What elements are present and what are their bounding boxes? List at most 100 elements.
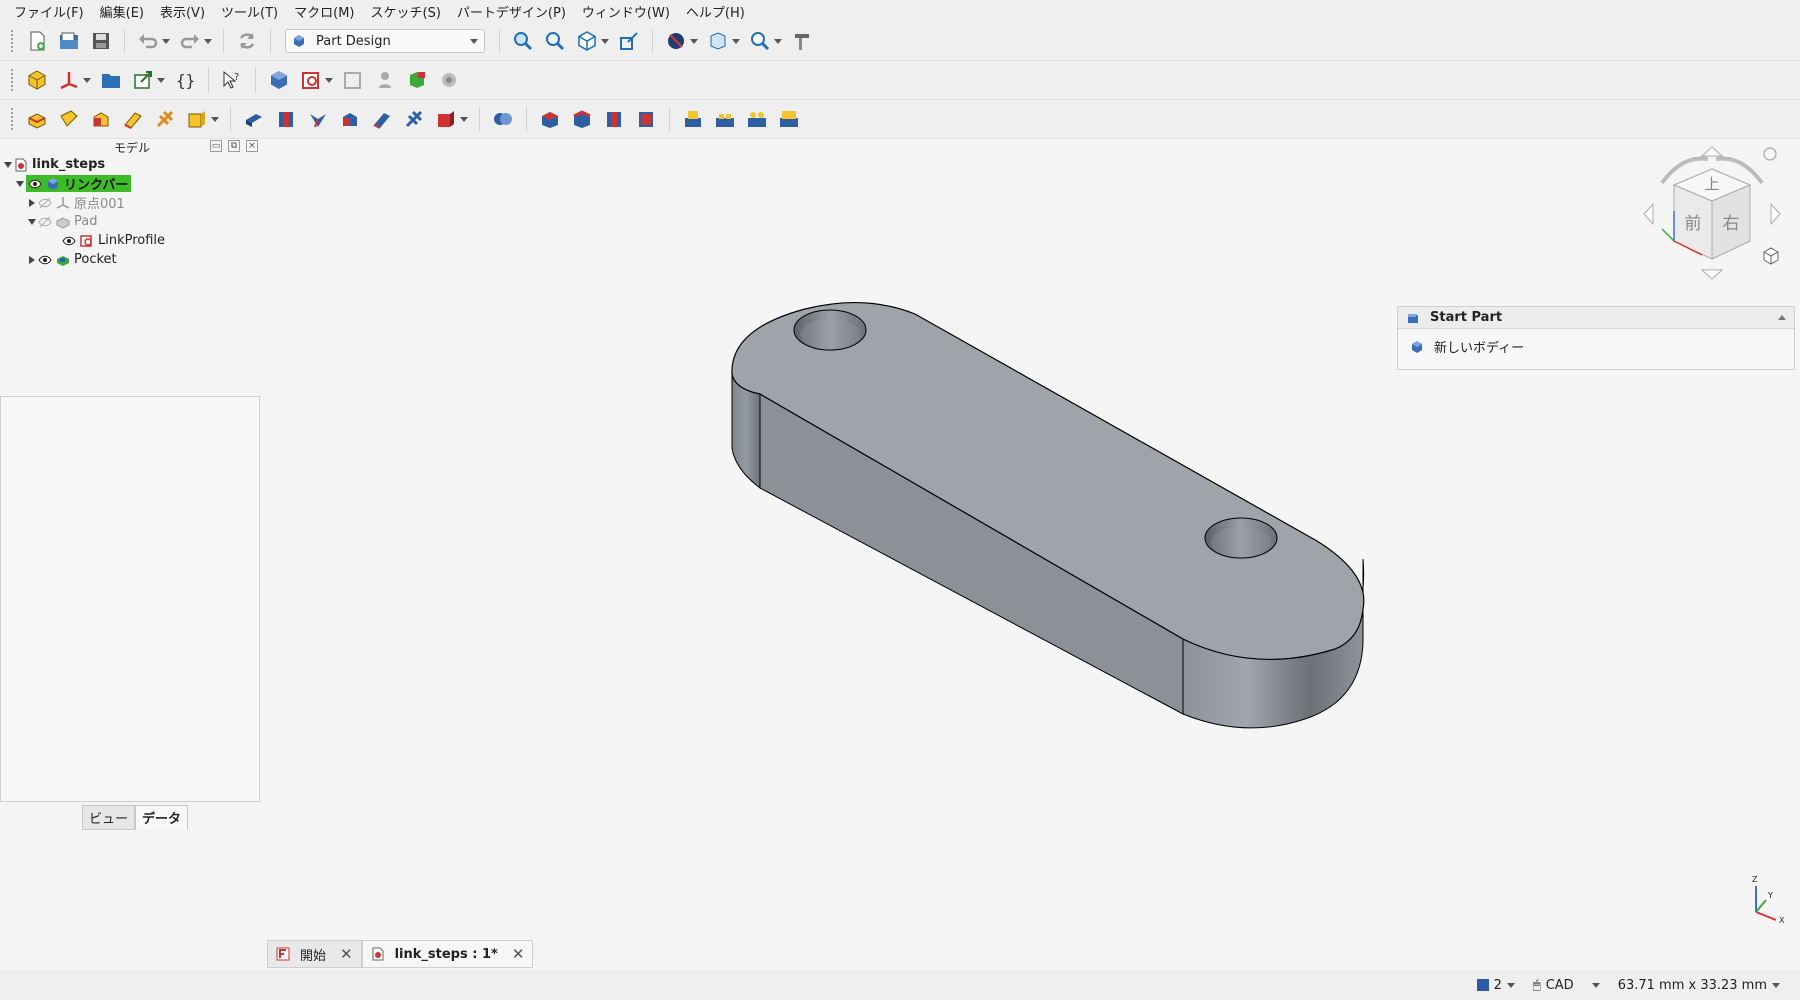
menu-sketch[interactable]: スケッチ(S) — [363, 2, 449, 21]
variable-set-button[interactable]: {} — [170, 65, 200, 95]
close-icon[interactable]: × — [246, 140, 258, 152]
close-icon[interactable]: ✕ — [512, 945, 525, 963]
link-bar-model[interactable] — [265, 139, 1800, 940]
toolbar-grip[interactable] — [10, 29, 14, 53]
fillet-button[interactable] — [535, 104, 565, 134]
toolbar-grip[interactable] — [10, 107, 14, 131]
redo-button[interactable] — [175, 26, 215, 56]
eye-icon[interactable] — [62, 234, 76, 248]
fit-all-button[interactable] — [508, 26, 538, 56]
new-body-action[interactable]: 新しいボディー — [1398, 329, 1794, 364]
expand-toggle[interactable] — [26, 197, 38, 209]
navigation-style-selector[interactable]: 🖱 CAD — [1533, 978, 1574, 993]
undo-button[interactable] — [133, 26, 173, 56]
boolean-button[interactable] — [488, 104, 518, 134]
standard-views-button[interactable] — [572, 26, 612, 56]
additive-primitive-button[interactable] — [182, 104, 222, 134]
menu-edit[interactable]: 編集(E) — [92, 2, 152, 21]
eye-hidden-icon[interactable] — [38, 196, 52, 210]
additive-helix-button[interactable] — [150, 104, 180, 134]
create-sketch-button[interactable] — [296, 65, 336, 95]
create-part-button[interactable] — [22, 65, 52, 95]
tree-item-document[interactable]: link_steps — [0, 155, 264, 174]
eye-hidden-icon[interactable] — [38, 215, 52, 229]
open-button[interactable] — [54, 26, 84, 56]
menu-partdesign[interactable]: パートデザイン(P) — [449, 2, 574, 21]
collapse-icon[interactable] — [1778, 315, 1786, 320]
multi-transform-button[interactable] — [774, 104, 804, 134]
tab-view[interactable]: ビュー — [82, 805, 136, 830]
property-editor[interactable] — [0, 396, 260, 802]
subtractive-helix-button[interactable] — [399, 104, 429, 134]
rotate-right-arrow[interactable] — [1770, 202, 1781, 226]
menu-help[interactable]: ヘルプ(H) — [678, 2, 753, 21]
shape-binder-button[interactable] — [402, 65, 432, 95]
dock-restore-button[interactable]: ⧉ — [228, 140, 240, 152]
datum-group-button[interactable] — [54, 65, 94, 95]
menu-window[interactable]: ウィンドウ(W) — [574, 2, 678, 21]
expand-toggle[interactable] — [14, 178, 26, 190]
rotate-left-arrow[interactable] — [1643, 202, 1654, 226]
rotate-up-arrow[interactable] — [1700, 146, 1724, 157]
validate-sketch-button[interactable] — [338, 65, 368, 95]
expand-toggle[interactable] — [26, 254, 38, 266]
hole-button[interactable] — [271, 104, 301, 134]
3d-viewport[interactable]: 上 前 右 Z X Y Start Part 新しいボディー — [265, 139, 1800, 940]
clone-button[interactable] — [370, 65, 400, 95]
subtractive-primitive-button[interactable] — [431, 104, 471, 134]
subtractive-pipe-button[interactable] — [367, 104, 397, 134]
expand-toggle[interactable] — [2, 159, 14, 171]
layer-selector[interactable]: 2 — [1476, 978, 1515, 993]
close-icon[interactable]: ✕ — [340, 945, 353, 963]
pocket-button[interactable] — [239, 104, 269, 134]
draft-button[interactable] — [599, 104, 629, 134]
refresh-button[interactable] — [232, 26, 262, 56]
dimension-readout[interactable]: 63.71 mm x 33.23 mm — [1618, 978, 1780, 993]
workbench-selector[interactable]: Part Design — [285, 29, 485, 53]
polar-pattern-button[interactable] — [742, 104, 772, 134]
mirrored-button[interactable] — [678, 104, 708, 134]
pad-button[interactable] — [22, 104, 52, 134]
linear-pattern-button[interactable] — [710, 104, 740, 134]
view-menu-cube-icon[interactable] — [1763, 247, 1779, 265]
chevron-down-icon[interactable] — [1591, 982, 1600, 988]
chamfer-button[interactable] — [567, 104, 597, 134]
rotate-down-arrow[interactable] — [1700, 269, 1724, 280]
tree-item-origin[interactable]: 原点001 — [0, 193, 264, 212]
eye-icon[interactable] — [28, 177, 42, 191]
whats-this-button[interactable]: ? — [217, 65, 247, 95]
view-group-button[interactable] — [703, 26, 743, 56]
subtractive-loft-button[interactable] — [335, 104, 365, 134]
menu-tools[interactable]: ツール(T) — [213, 2, 286, 21]
expand-toggle[interactable] — [26, 216, 38, 228]
save-button[interactable] — [86, 26, 116, 56]
new-document-button[interactable] — [22, 26, 52, 56]
sub-shape-binder-button[interactable] — [434, 65, 464, 95]
create-body-button[interactable] — [264, 65, 294, 95]
link-group-button[interactable] — [128, 65, 168, 95]
dock-float-button[interactable]: ▭ — [210, 140, 222, 152]
bounding-box-button[interactable] — [614, 26, 644, 56]
navigation-cube[interactable]: 上 前 右 — [1642, 145, 1782, 283]
measure-group-button[interactable] — [745, 26, 785, 56]
menu-macro[interactable]: マクロ(M) — [286, 2, 362, 21]
tree-item-sketch[interactable]: LinkProfile — [0, 231, 264, 250]
fit-selection-button[interactable] — [540, 26, 570, 56]
tree-item-body[interactable]: リンクバー — [0, 174, 264, 193]
thickness-button[interactable] — [631, 104, 661, 134]
toolbar-grip[interactable] — [10, 68, 14, 92]
revolution-button[interactable] — [54, 104, 84, 134]
menu-view[interactable]: 表示(V) — [152, 2, 213, 21]
draw-style-button[interactable] — [661, 26, 701, 56]
tab-start[interactable]: 開始 ✕ — [267, 940, 362, 968]
measure-button[interactable] — [787, 26, 817, 56]
create-group-button[interactable] — [96, 65, 126, 95]
additive-loft-button[interactable] — [86, 104, 116, 134]
tab-document[interactable]: link_steps : 1* ✕ — [361, 940, 534, 968]
task-panel-header[interactable]: Start Part — [1398, 307, 1794, 329]
tree-item-pad[interactable]: Pad — [0, 212, 264, 231]
tab-data[interactable]: データ — [135, 805, 189, 830]
additive-pipe-button[interactable] — [118, 104, 148, 134]
menu-file[interactable]: ファイル(F) — [6, 2, 92, 21]
groove-button[interactable] — [303, 104, 333, 134]
